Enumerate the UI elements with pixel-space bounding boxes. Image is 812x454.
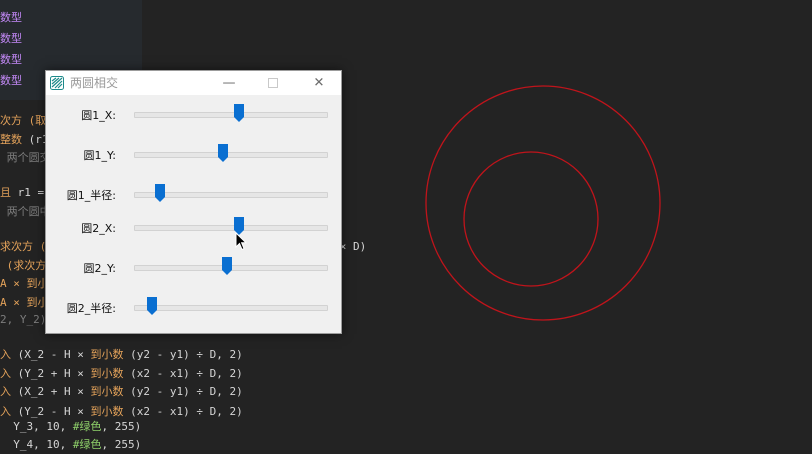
slider-label: 圆2_X: [81,222,116,235]
slider-thumb[interactable] [154,184,165,202]
slider-thumb[interactable] [233,104,244,122]
app-icon [50,76,64,90]
minimize-icon: — [222,75,236,91]
slider-c1y[interactable] [134,144,328,162]
slider-label: 圆1_X: [81,109,116,122]
slider-c2y[interactable] [134,257,328,275]
slider-thumb[interactable] [218,144,229,162]
inner-circle [463,151,599,287]
slider-label: 圆1_半径: [66,189,116,202]
slider-label: 圆2_半径: [66,302,116,315]
title-bar[interactable]: 两圆相交 — ✕ [46,71,341,95]
close-icon: ✕ [313,75,325,91]
mouse-cursor-icon [235,232,247,251]
window-title: 两圆相交 [70,76,119,90]
slider-c1x[interactable] [134,104,328,122]
two-circles-dialog: 两圆相交 — ✕ 圆1_X: 圆1_Y: 圆1_半径: 圆2_X: 圆2_Y: … [45,70,342,334]
minimize-button[interactable]: — [207,71,251,95]
maximize-icon [268,78,278,88]
maximize-button[interactable] [251,71,295,95]
slider-thumb[interactable] [147,297,158,315]
close-button[interactable]: ✕ [297,71,341,95]
slider-label: 圆1_Y: [83,149,116,162]
slider-c2x[interactable] [134,217,328,235]
slider-c1r[interactable] [134,184,328,202]
slider-label: 圆2_Y: [83,262,116,275]
slider-thumb[interactable] [222,257,233,275]
slider-c2r[interactable] [134,297,328,315]
